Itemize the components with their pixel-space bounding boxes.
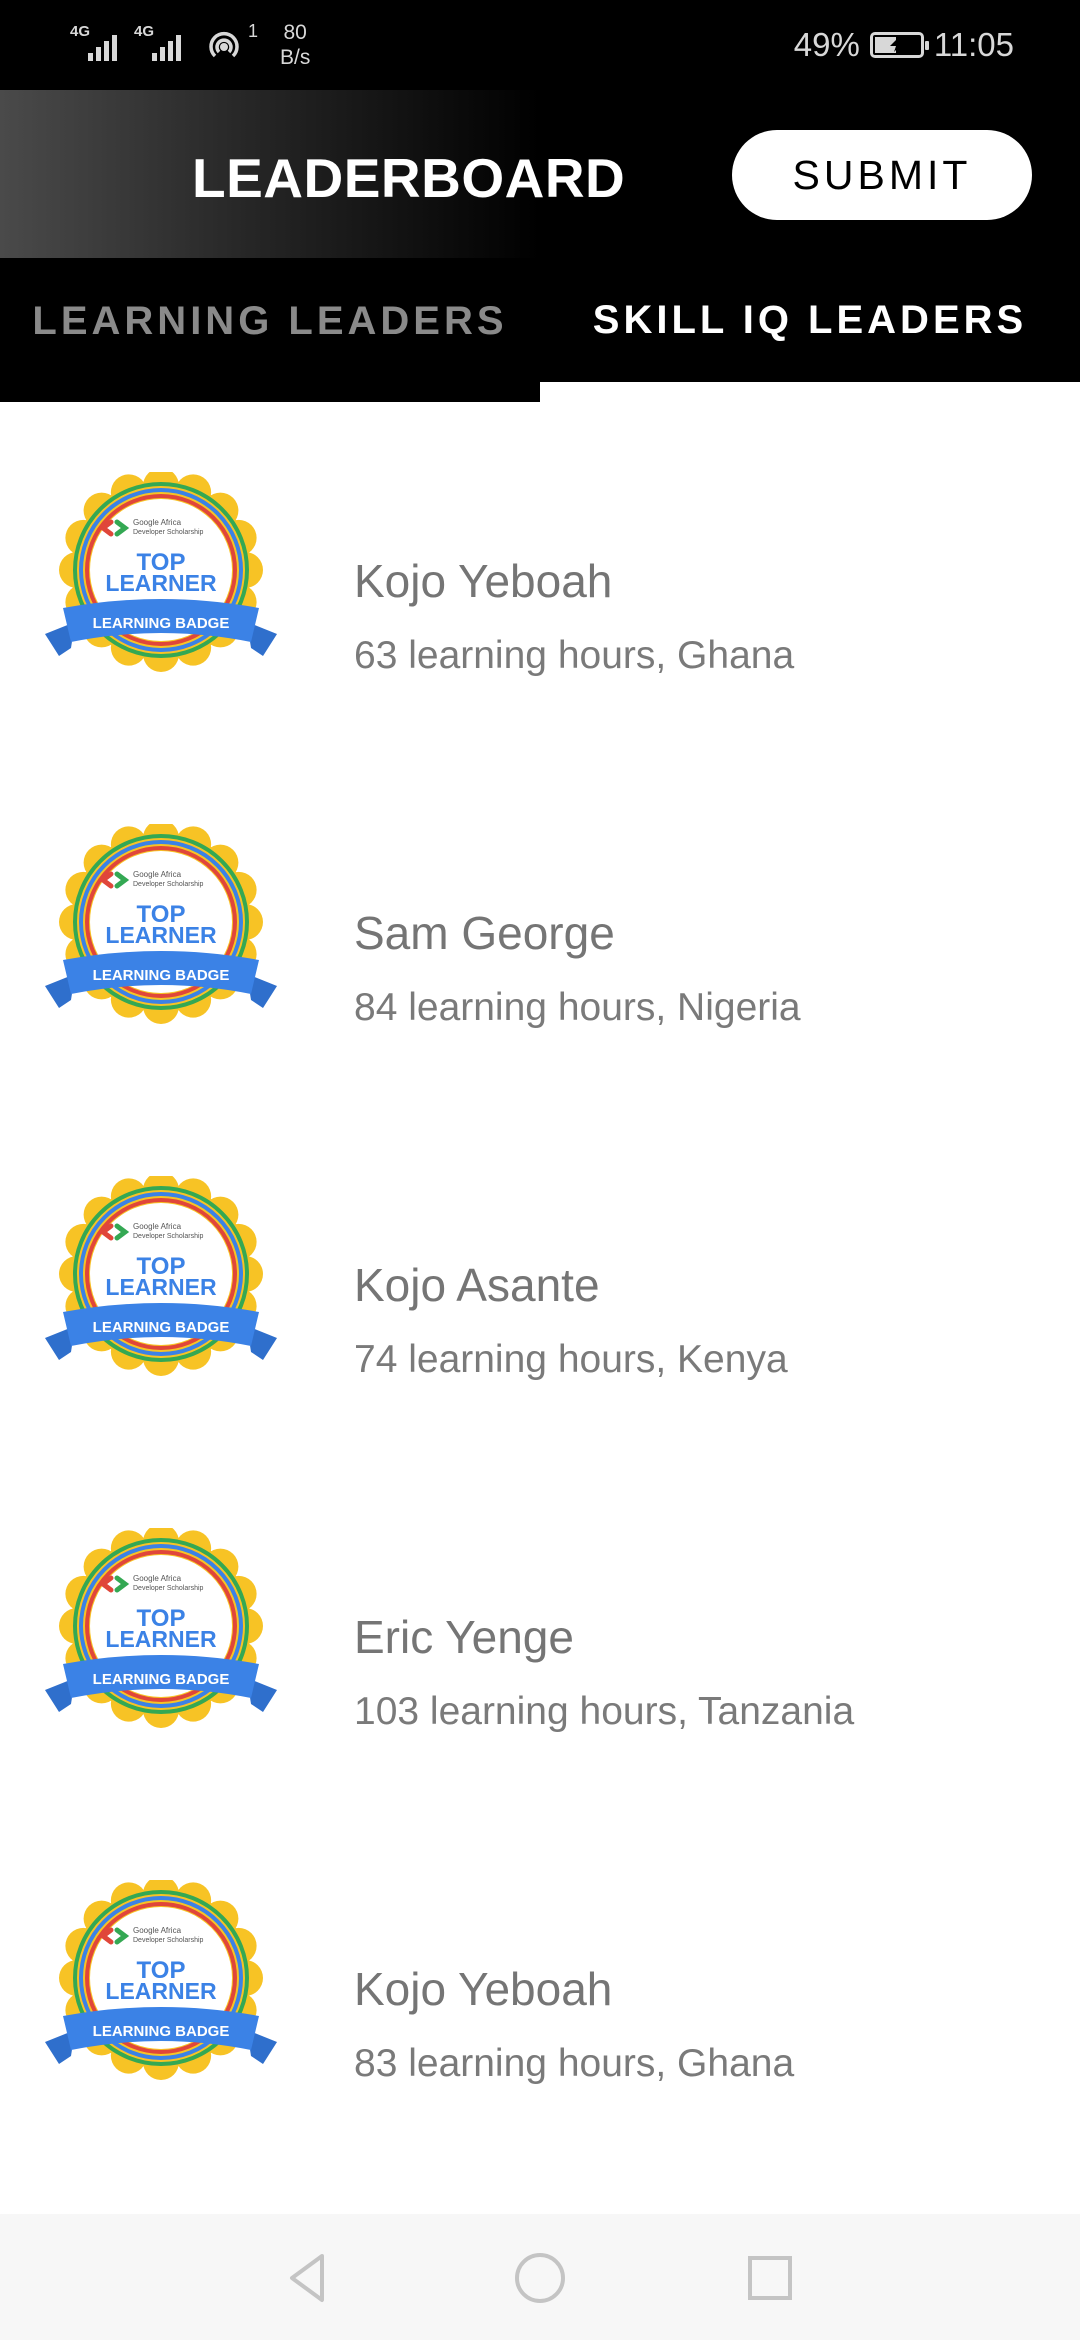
leader-detail: 103 learning hours, Tanzania <box>354 1690 855 1733</box>
tab-label: SKILL IQ LEADERS <box>592 297 1028 342</box>
svg-text:Google Africa: Google Africa <box>133 1926 182 1935</box>
leader-detail: 84 learning hours, Nigeria <box>354 986 801 1029</box>
tab-bar: LEARNING LEADERS SKILL IQ LEADERS <box>0 258 1080 402</box>
svg-text:LEARNER: LEARNER <box>105 1626 217 1652</box>
leader-detail: 83 learning hours, Ghana <box>354 2042 795 2085</box>
network-type-2: 4G <box>134 23 155 40</box>
hotspot-icon: 1 <box>204 21 258 65</box>
svg-text:Google Africa: Google Africa <box>133 870 182 879</box>
tab-label: LEARNING LEADERS <box>32 298 508 343</box>
leader-name: Kojo Yeboah <box>354 1963 613 2015</box>
leader-name: Kojo Asante <box>354 1259 600 1311</box>
system-nav-bar <box>0 2214 1080 2340</box>
svg-text:Google Africa: Google Africa <box>133 1222 182 1231</box>
svg-text:LEARNER: LEARNER <box>105 570 217 596</box>
svg-text:Developer Scholarship: Developer Scholarship <box>133 881 204 888</box>
svg-text:Developer Scholarship: Developer Scholarship <box>133 1937 204 1944</box>
battery-icon <box>869 32 929 58</box>
back-icon[interactable] <box>278 2246 342 2310</box>
app-bar: LEADERBOARD SUBMIT <box>0 90 1080 258</box>
svg-text:Google Africa: Google Africa <box>133 518 182 527</box>
svg-text:LEARNING BADGE: LEARNING BADGE <box>93 1671 230 1688</box>
page-title: LEADERBOARD <box>192 147 626 209</box>
list-item[interactable]: Google Africa Developer Scholarship TOP … <box>0 402 1080 754</box>
svg-text:LEARNER: LEARNER <box>105 1274 217 1300</box>
status-left: 4G 4G 1 80 B/s <box>70 18 310 72</box>
signal-icon: 4G <box>70 23 126 67</box>
home-icon[interactable] <box>508 2246 572 2310</box>
leader-detail: 63 learning hours, Ghana <box>354 634 795 677</box>
top-learner-badge-icon: Google Africa Developer Scholarship TOP … <box>45 1880 277 2080</box>
svg-text:LEARNER: LEARNER <box>105 922 217 948</box>
list-item[interactable]: Google Africa Developer Scholarship TOP … <box>0 1810 1080 2162</box>
top-learner-badge-icon: Google Africa Developer Scholarship TOP … <box>45 1528 277 1728</box>
top-learner-badge-icon: Google Africa Developer Scholarship TOP … <box>45 472 277 672</box>
svg-text:Developer Scholarship: Developer Scholarship <box>133 1233 204 1240</box>
status-right: 49% 11:05 <box>794 22 1014 68</box>
hotspot-count: 1 <box>247 21 258 41</box>
svg-text:LEARNING BADGE: LEARNING BADGE <box>93 615 230 632</box>
list-item[interactable]: Google Africa Developer Scholarship TOP … <box>0 754 1080 1106</box>
leader-name: Eric Yenge <box>354 1611 574 1663</box>
leader-list: Google Africa Developer Scholarship TOP … <box>0 402 1080 2162</box>
signal-icon-2: 4G <box>134 23 190 67</box>
svg-text:Developer Scholarship: Developer Scholarship <box>133 1585 204 1592</box>
network-speed: 80 B/s <box>280 20 310 70</box>
leader-name: Sam George <box>354 907 615 959</box>
submit-button[interactable]: SUBMIT <box>732 130 1032 220</box>
tab-skill-iq-leaders[interactable]: SKILL IQ LEADERS <box>540 258 1080 382</box>
svg-text:LEARNING BADGE: LEARNING BADGE <box>93 1319 230 1336</box>
status-bar: 4G 4G 1 80 B/s 49% 11:05 <box>0 0 1080 90</box>
clock: 11:05 <box>933 26 1014 63</box>
speed-value: 80 <box>283 21 307 44</box>
svg-text:LEARNING BADGE: LEARNING BADGE <box>93 2023 230 2040</box>
top-learner-badge-icon: Google Africa Developer Scholarship TOP … <box>45 1176 277 1376</box>
battery-percent: 49% <box>793 26 860 63</box>
svg-text:Google Africa: Google Africa <box>133 1574 182 1583</box>
svg-text:Developer Scholarship: Developer Scholarship <box>133 529 204 536</box>
list-item[interactable]: Google Africa Developer Scholarship TOP … <box>0 1106 1080 1458</box>
leader-name: Kojo Yeboah <box>354 555 613 607</box>
list-item[interactable]: Google Africa Developer Scholarship TOP … <box>0 1458 1080 1810</box>
recent-apps-icon[interactable] <box>738 2246 802 2310</box>
svg-text:LEARNING BADGE: LEARNING BADGE <box>93 967 230 984</box>
tab-learning-leaders[interactable]: LEARNING LEADERS <box>0 258 540 402</box>
top-learner-badge-icon: Google Africa Developer Scholarship TOP … <box>45 824 277 1024</box>
network-type-1: 4G <box>70 23 91 40</box>
speed-unit: B/s <box>280 46 311 69</box>
svg-text:LEARNER: LEARNER <box>105 1978 217 2004</box>
leader-detail: 74 learning hours, Kenya <box>354 1338 788 1381</box>
